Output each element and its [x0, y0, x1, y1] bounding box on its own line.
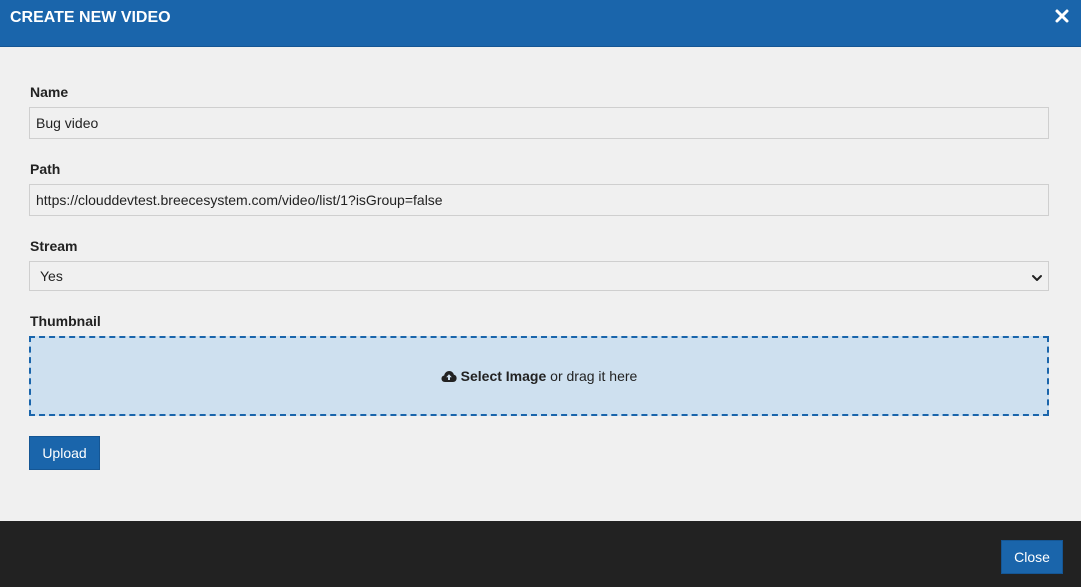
drag-hint: or drag it here	[546, 368, 638, 384]
dialog-body: Name Path Stream Yes Thumbnail Select Im…	[0, 47, 1081, 521]
stream-select-value: Yes	[40, 268, 63, 284]
name-input[interactable]	[29, 107, 1049, 139]
dialog-title: CREATE NEW VIDEO	[10, 9, 171, 26]
path-label: Path	[30, 161, 61, 177]
dropzone-prompt: Select Image or drag it here	[31, 368, 1047, 386]
upload-button[interactable]: Upload	[29, 436, 100, 470]
cloud-upload-icon	[441, 370, 457, 386]
dialog-header: CREATE NEW VIDEO	[0, 0, 1081, 47]
thumbnail-dropzone[interactable]: Select Image or drag it here	[29, 336, 1049, 416]
stream-select[interactable]: Yes	[29, 261, 1049, 291]
chevron-down-icon	[1031, 271, 1043, 283]
close-icon[interactable]	[1054, 8, 1070, 24]
close-button[interactable]: Close	[1001, 540, 1063, 574]
name-label: Name	[30, 84, 69, 100]
thumbnail-label: Thumbnail	[30, 313, 101, 329]
select-image-link[interactable]: Select Image	[461, 368, 547, 384]
stream-label: Stream	[30, 238, 78, 254]
path-input[interactable]	[29, 184, 1049, 216]
dialog-footer: Close	[0, 521, 1081, 587]
